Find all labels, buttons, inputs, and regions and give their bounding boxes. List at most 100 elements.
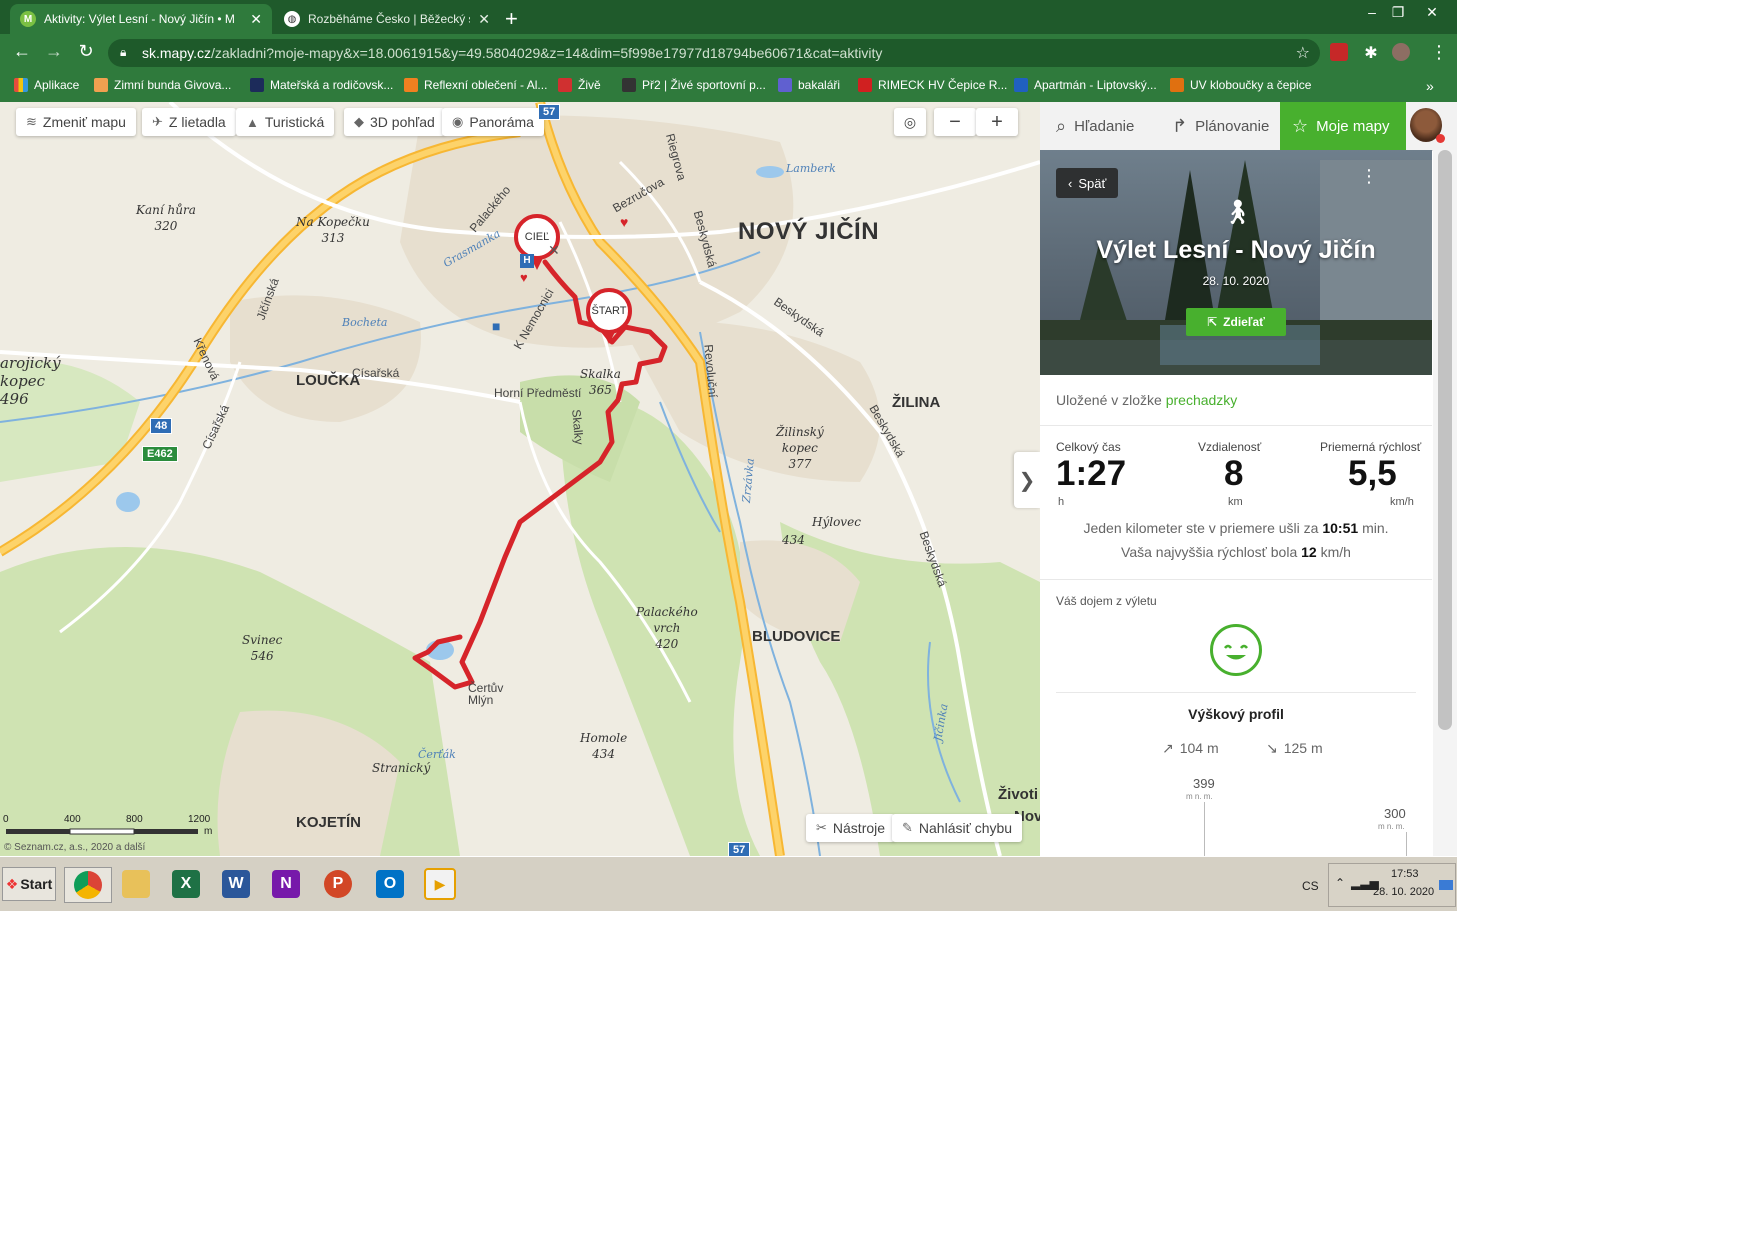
tab-active[interactable]: M Aktivity: Výlet Lesní - Nový Jičín • M… bbox=[10, 4, 272, 34]
scrollbar-thumb[interactable] bbox=[1438, 150, 1452, 730]
onenote-taskbar-icon[interactable]: N bbox=[268, 867, 304, 901]
elevation-title: Výškový profil bbox=[1188, 706, 1284, 722]
max-speed-text: Vaša najvyššia rýchlosť bola 12 km/h bbox=[1121, 544, 1351, 560]
close-tab-icon[interactable]: ✕ bbox=[250, 11, 262, 28]
explorer-taskbar-icon[interactable] bbox=[118, 867, 154, 901]
bookmark-favicon-icon bbox=[250, 78, 264, 92]
extensions-puzzle-icon[interactable]: ✱ bbox=[1362, 43, 1380, 62]
window-close-icon[interactable]: ✕ bbox=[1418, 4, 1446, 21]
restaurant-icon[interactable]: ✕ bbox=[548, 242, 560, 259]
outlook-taskbar-icon[interactable]: O bbox=[372, 867, 408, 901]
close-tab-icon[interactable]: ✕ bbox=[478, 11, 490, 28]
map-copyright[interactable]: © Seznam.cz, a.s., 2020 a další bbox=[4, 842, 145, 853]
word-taskbar-icon[interactable]: W bbox=[218, 867, 254, 901]
bookmark-item[interactable]: Mateřská a rodičovsk... bbox=[250, 78, 393, 92]
panorama-button[interactable]: ◉ Panoráma bbox=[442, 108, 544, 136]
street-label: Horní Předměstí bbox=[494, 386, 582, 400]
street-label: Skalky bbox=[569, 408, 587, 446]
road-sign: 57 bbox=[728, 842, 751, 856]
bookmark-item[interactable]: Aplikace bbox=[14, 78, 79, 92]
aerial-view-button[interactable]: ✈ Z lietadla bbox=[142, 108, 236, 136]
tools-button[interactable]: ✂ Nástroje bbox=[806, 814, 896, 842]
report-error-button[interactable]: ✎ Nahlásiť chybu bbox=[892, 814, 1023, 842]
3d-view-button[interactable]: ◆ 3D pohľad bbox=[344, 108, 445, 136]
map-canvas[interactable]: ≋ Zmeniť mapu ✈ Z lietadla ▲ Turistická ◆ 3D… bbox=[0, 102, 1040, 856]
heart-icon[interactable]: ♥ bbox=[520, 270, 528, 285]
start-pin[interactable]: ŠTART bbox=[586, 288, 632, 344]
bookmark-favicon-icon bbox=[858, 78, 872, 92]
scale-label: 400 bbox=[64, 814, 81, 825]
speed-unit: km/h bbox=[1390, 496, 1414, 508]
media-player-taskbar-icon[interactable]: ▶ bbox=[422, 867, 458, 901]
pdf-extension-icon[interactable] bbox=[1330, 43, 1348, 61]
hill-label: Žilinský kopec 377 bbox=[776, 425, 824, 471]
bookmark-item[interactable]: Zimní bunda Givova... bbox=[94, 78, 231, 92]
divider bbox=[1040, 579, 1432, 580]
powerpoint-taskbar-icon[interactable]: P bbox=[320, 867, 356, 901]
bookmarks-overflow-button[interactable]: » bbox=[1426, 78, 1434, 94]
tab-my-maps[interactable]: ☆ Moje mapy bbox=[1280, 102, 1406, 150]
elevation-marker-line bbox=[1406, 832, 1407, 856]
divider bbox=[1056, 692, 1416, 693]
bookmark-item[interactable]: Živě bbox=[558, 78, 601, 92]
bookmark-item[interactable]: Př2 | Živé sportovní p... bbox=[622, 78, 766, 92]
bookmarks-bar: Aplikace Zimní bunda Givova... Mateřská … bbox=[0, 70, 1457, 102]
cube-icon: ◆ bbox=[354, 114, 364, 129]
chevron-left-icon: ‹ bbox=[1068, 175, 1073, 191]
hospital-icon[interactable]: H bbox=[520, 254, 534, 268]
bookmark-item[interactable]: UV kloboučky a čepice bbox=[1170, 78, 1311, 92]
forward-icon[interactable]: → bbox=[42, 41, 66, 62]
back-icon[interactable]: ← bbox=[10, 41, 34, 62]
hill-label: Palackého vrch 420 bbox=[636, 605, 698, 651]
bookmark-item[interactable]: RIMECK HV Čepice R... bbox=[858, 78, 1007, 92]
panel-scrollbar[interactable] bbox=[1433, 150, 1457, 856]
restore-icon[interactable]: ❐ bbox=[1384, 4, 1412, 21]
url-path: /zakladni?moje-mapy&x=18.0061915&y=49.58… bbox=[210, 45, 883, 61]
town-label: BLUDOVICE bbox=[752, 628, 841, 645]
new-tab-button[interactable]: + bbox=[505, 6, 518, 32]
change-map-button[interactable]: ≋ Zmeniť mapu bbox=[16, 108, 136, 136]
tourist-map-button[interactable]: ▲ Turistická bbox=[236, 108, 335, 136]
elevation-marker-line bbox=[1204, 802, 1205, 856]
collapse-panel-button[interactable]: ❯ bbox=[1014, 452, 1040, 508]
ascent: ↗ 104 m bbox=[1162, 740, 1219, 756]
share-button[interactable]: ⇱ Zdieľať bbox=[1186, 308, 1286, 336]
bookmark-item[interactable]: bakaláři bbox=[778, 78, 840, 92]
zoom-in-button[interactable]: + bbox=[976, 108, 1018, 136]
town-label: LOUČKA bbox=[296, 372, 361, 389]
clock-date[interactable]: 28. 10. 2020 bbox=[1373, 886, 1434, 898]
route-arrow-icon: ↱ bbox=[1172, 115, 1188, 136]
taskbar: ❖ Start X W N P O ▶ CS ⌃ ▂▃▅ 17:53 28. 10… bbox=[0, 856, 1457, 911]
bookmark-item[interactable]: Reflexní oblečení - Al... bbox=[404, 78, 547, 92]
side-panel: ⌕ Hľadanie ↱ Plánovanie ☆ Moje mapy ‹ Späť ⋮ bbox=[1040, 102, 1457, 856]
profile-avatar[interactable] bbox=[1392, 43, 1410, 61]
address-bar[interactable]: 🔒︎ sk.mapy.cz/zakladni?moje-mapy&x=18.00… bbox=[108, 39, 1320, 67]
windows-logo-icon: ❖ bbox=[5, 875, 19, 892]
back-button[interactable]: ‹ Späť bbox=[1056, 168, 1119, 198]
excel-taskbar-icon[interactable]: X bbox=[168, 867, 204, 901]
tray-expand-icon[interactable]: ⌃ bbox=[1335, 876, 1345, 890]
tab-inactive[interactable]: ◍ Rozběháme Česko | Běžecký svět | ✕ bbox=[274, 4, 500, 34]
user-avatar[interactable] bbox=[1406, 106, 1446, 146]
smiley-happy-icon[interactable] bbox=[1210, 624, 1262, 676]
folder-link[interactable]: prechadzky bbox=[1166, 392, 1238, 408]
heart-icon[interactable]: ♥ bbox=[620, 214, 628, 230]
language-indicator[interactable]: CS bbox=[1302, 879, 1319, 893]
bookmark-item[interactable]: Apartmán - Liptovský... bbox=[1014, 78, 1157, 92]
minimize-icon[interactable]: – bbox=[1358, 4, 1386, 20]
chrome-taskbar-icon[interactable] bbox=[64, 867, 112, 903]
locate-me-button[interactable]: ◎ bbox=[894, 108, 926, 136]
bookmark-star-icon[interactable]: ☆ bbox=[1296, 43, 1310, 63]
bus-icon[interactable]: ■ bbox=[492, 318, 500, 334]
bookmark-favicon-icon bbox=[1014, 78, 1028, 92]
speed-value: 5,5 bbox=[1348, 454, 1397, 493]
reload-icon[interactable]: ↻ bbox=[74, 41, 98, 62]
show-desktop-icon[interactable] bbox=[1439, 880, 1453, 890]
start-button[interactable]: ❖ Start bbox=[2, 867, 56, 901]
menu-kebab-icon[interactable]: ⋮ bbox=[1430, 42, 1448, 63]
zoom-out-button[interactable]: − bbox=[934, 108, 976, 136]
water-label: Lamberk bbox=[786, 162, 836, 175]
clock-time[interactable]: 17:53 bbox=[1391, 868, 1419, 880]
tab-search[interactable]: ⌕ Hľadanie bbox=[1044, 102, 1154, 150]
more-options-icon[interactable]: ⋮ bbox=[1360, 166, 1378, 187]
